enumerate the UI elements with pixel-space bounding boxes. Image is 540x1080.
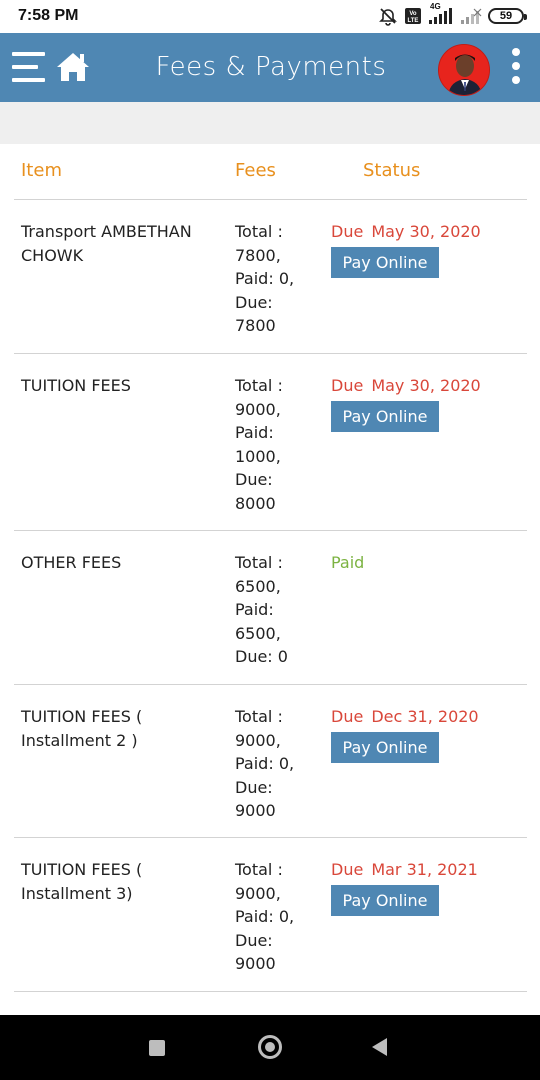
app-bar: Fees & Payments	[0, 33, 540, 102]
header-fees: Fees	[235, 160, 276, 181]
table-row: TUITION FEES ( Installment 2 ) Total : 9…	[14, 685, 527, 838]
fees-breakdown: Total : 9000, Paid: 0, Due: 9000	[235, 707, 295, 821]
fees-breakdown: Total : 7800, Paid: 0, Due: 7800	[235, 222, 295, 336]
svg-text:LTE: LTE	[408, 18, 419, 24]
back-icon[interactable]	[372, 1038, 387, 1056]
item-name: OTHER FEES	[21, 553, 122, 572]
alarm-off-icon	[378, 6, 398, 26]
table-row: Transport AMBETHAN CHOWK Total : 7800, P…	[14, 200, 527, 354]
status-cell: Due May 30, 2020 Pay Online	[331, 220, 527, 278]
status-bar: 7:58 PM Vo LTE 4G 59	[0, 0, 540, 33]
due-date: May 30, 2020	[371, 222, 481, 241]
status-cell: Due Dec 31, 2020 Pay Online	[331, 705, 527, 763]
status-cell: Due May 30, 2020 Pay Online	[331, 374, 527, 432]
due-date: May 30, 2020	[371, 376, 481, 395]
network-label: 4G	[430, 2, 441, 11]
item-name: TUITION FEES ( Installment 2 )	[21, 707, 143, 750]
toolbar-spacer	[0, 102, 540, 144]
pay-online-button[interactable]: Pay Online	[331, 246, 439, 278]
status-cell: Paid	[331, 551, 527, 575]
table-row: TUITION FEES Total : 9000, Paid: 1000, D…	[14, 354, 527, 531]
svg-text:Vo: Vo	[409, 11, 417, 17]
status-time: 7:58 PM	[18, 7, 79, 24]
pay-online-button[interactable]: Pay Online	[331, 884, 439, 916]
item-name: TUITION FEES	[21, 376, 131, 395]
header-status: Status	[363, 160, 421, 181]
table-row: TUITION FEES ( Installment 3) Total : 90…	[14, 838, 527, 992]
system-nav-bar	[0, 1015, 540, 1080]
due-status: Due May 30, 2020	[331, 220, 527, 244]
fees-breakdown: Total : 9000, Paid: 1000, Due: 8000	[235, 376, 283, 513]
battery-icon: 59	[488, 8, 527, 24]
signal-icon	[460, 7, 482, 25]
fees-breakdown: Total : 6500, Paid: 6500, Due: 0	[235, 553, 288, 667]
home-circle-icon[interactable]	[258, 1035, 282, 1059]
header-item: Item	[21, 160, 62, 181]
avatar[interactable]	[438, 44, 490, 96]
fees-breakdown: Total : 9000, Paid: 0, Due: 9000	[235, 860, 295, 974]
more-vert-icon[interactable]	[508, 47, 524, 87]
battery-level: 59	[499, 9, 513, 22]
signal-4g-icon: 4G	[428, 2, 454, 25]
item-name: TUITION FEES ( Installment 3)	[21, 860, 143, 903]
due-status: Due Mar 31, 2021	[331, 858, 527, 882]
fees-table: Item Fees Status Transport AMBETHAN CHOW…	[14, 144, 527, 992]
item-name: Transport AMBETHAN CHOWK	[21, 222, 192, 265]
paid-status: Paid	[331, 553, 365, 572]
volte-icon: Vo LTE	[404, 7, 422, 25]
recents-icon[interactable]	[149, 1040, 165, 1056]
pay-online-button[interactable]: Pay Online	[331, 731, 439, 763]
pay-online-button[interactable]: Pay Online	[331, 400, 439, 432]
table-header: Item Fees Status	[14, 144, 527, 200]
status-icons: Vo LTE 4G 59	[378, 2, 527, 26]
status-cell: Due Mar 31, 2021 Pay Online	[331, 858, 527, 916]
due-date: Mar 31, 2021	[371, 860, 478, 879]
due-status: Due Dec 31, 2020	[331, 705, 527, 729]
due-status: Due May 30, 2020	[331, 374, 527, 398]
due-date: Dec 31, 2020	[371, 707, 479, 726]
table-row: OTHER FEES Total : 6500, Paid: 6500, Due…	[14, 531, 527, 685]
